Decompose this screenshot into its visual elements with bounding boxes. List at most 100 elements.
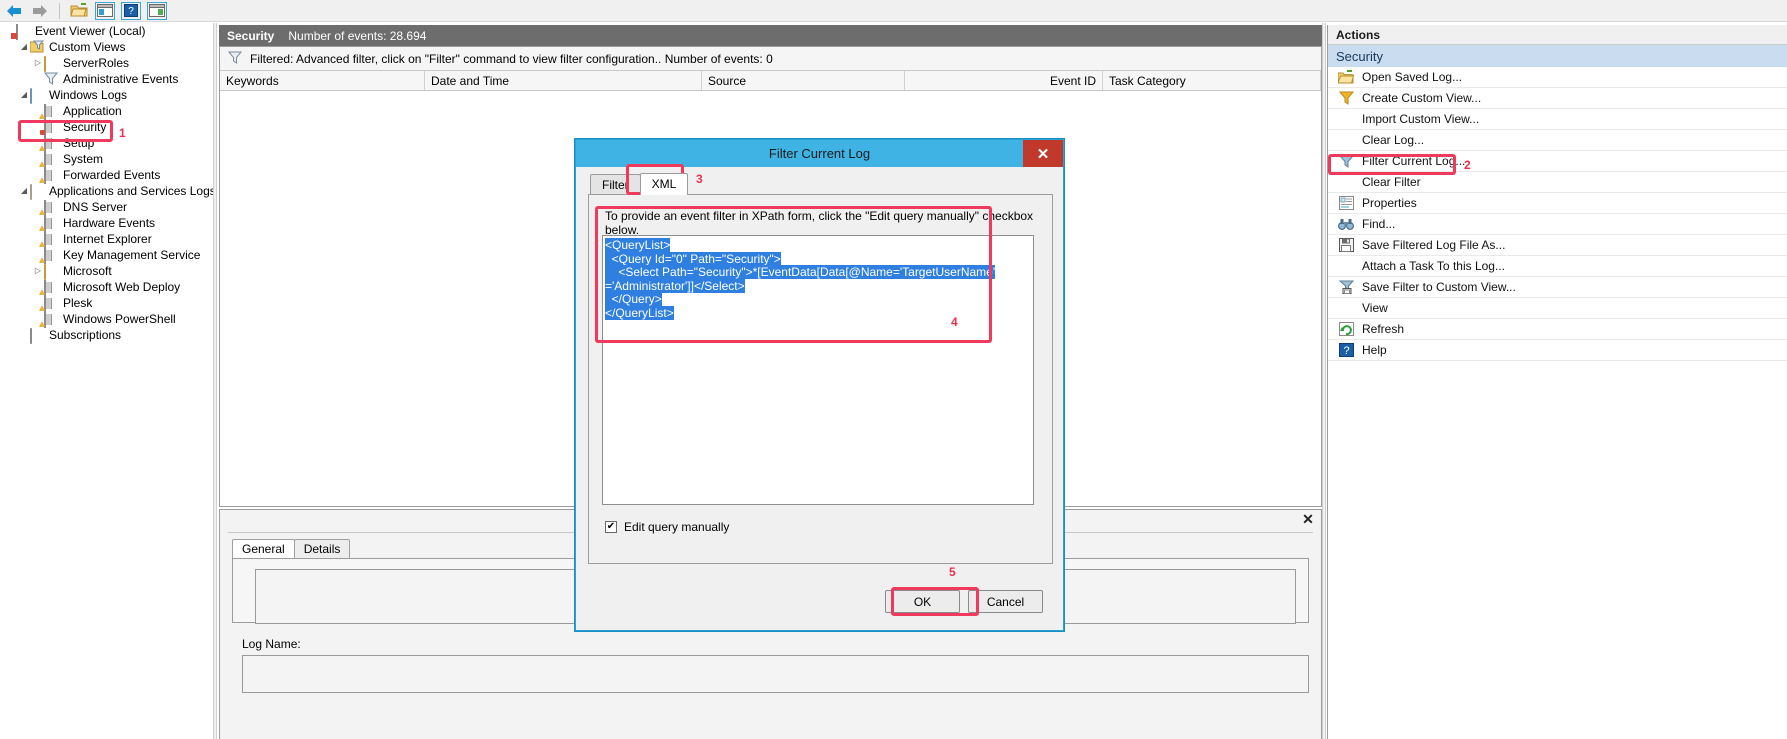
query-line: <Select Path="Security">*[EventData[Data…	[605, 265, 996, 279]
tree-item-internet-explorer[interactable]: Internet Explorer	[0, 231, 213, 248]
edit-query-manually-checkbox[interactable]: ✔	[605, 521, 617, 533]
tree-item-applications-and-services-logs[interactable]: ◢ Applications and Services Logs	[0, 183, 213, 200]
dialog-tabs[interactable]: Filter XML	[588, 173, 1053, 195]
expander-icon[interactable]: ◢	[18, 183, 30, 199]
tree-item-setup[interactable]: Setup	[0, 135, 213, 152]
annotation-number-1: 1	[119, 126, 126, 140]
log-red-icon	[44, 120, 59, 136]
action-item-properties[interactable]: Properties	[1328, 193, 1787, 214]
action-item-label: Clear Log...	[1362, 133, 1425, 147]
show-hide-console-tree-icon[interactable]	[95, 1, 115, 20]
expander-icon[interactable]: ◢	[18, 87, 30, 103]
tree-item-event-viewer-local[interactable]: Event Viewer (Local)	[0, 23, 213, 40]
action-item-label: Clear Filter	[1362, 175, 1421, 189]
event-list-column-headers[interactable]: Keywords Date and Time Source Event ID T…	[220, 71, 1321, 91]
tree-item-label: DNS Server	[63, 200, 128, 214]
dialog-titlebar[interactable]: Filter Current Log ✕	[576, 140, 1063, 167]
cancel-button[interactable]: Cancel	[968, 590, 1043, 613]
action-item-clear-log[interactable]: Clear Log...	[1328, 130, 1787, 151]
edit-query-manually-row[interactable]: ✔ Edit query manually	[605, 520, 729, 534]
help-icon: ?	[1336, 342, 1356, 358]
tree-item-microsoft[interactable]: ▷ Microsoft	[0, 263, 213, 280]
query-line: ='Administrator']]</Select>	[605, 278, 745, 293]
tree-item-custom-views[interactable]: ◢ Custom Views	[0, 39, 213, 55]
action-item-save-filtered-log-file-as[interactable]: Save Filtered Log File As...	[1328, 235, 1787, 256]
tree-item-application[interactable]: Application	[0, 103, 213, 120]
close-icon[interactable]: ✕	[1301, 512, 1315, 526]
query-textarea[interactable]: <QueryList> <Query Id="0" Path="Security…	[602, 235, 1034, 505]
tab-xml[interactable]: XML	[639, 173, 689, 195]
tree-item-forwarded-events[interactable]: Forwarded Events	[0, 167, 213, 184]
folder-icon	[44, 56, 59, 72]
toolbar: ?	[0, 0, 1787, 22]
action-item-refresh[interactable]: Refresh	[1328, 319, 1787, 340]
action-item-import-custom-view[interactable]: Import Custom View...	[1328, 109, 1787, 130]
query-line: <QueryList>	[605, 238, 671, 252]
dialog-close-icon[interactable]: ✕	[1023, 140, 1063, 167]
dialog-title: Filter Current Log	[768, 146, 871, 161]
tree-item-windows-powershell[interactable]: Windows PowerShell	[0, 311, 213, 328]
tree-splitter[interactable]	[213, 23, 217, 739]
query-line: <Query Id="0" Path="Security">	[605, 251, 781, 266]
tree-item-dns-server[interactable]: DNS Server	[0, 199, 213, 216]
tree-item-system[interactable]: System	[0, 151, 213, 168]
expander-icon[interactable]: ▷	[32, 55, 44, 71]
tree-item-label: Subscriptions	[49, 328, 122, 342]
tree-item-label: Microsoft	[63, 264, 112, 278]
ok-button[interactable]: OK	[885, 590, 960, 613]
tree-item-serverroles[interactable]: ▷ ServerRoles	[0, 55, 213, 72]
column-header-date-and-time[interactable]: Date and Time	[425, 71, 702, 90]
tree-item-security[interactable]: Security	[0, 119, 213, 136]
action-item-view[interactable]: View	[1328, 298, 1787, 319]
action-item-create-custom-view[interactable]: Create Custom View...	[1328, 88, 1787, 109]
column-header-event-id[interactable]: Event ID	[905, 71, 1103, 90]
log-icon	[44, 216, 59, 232]
no-icon	[1336, 132, 1356, 148]
log-plain-icon	[44, 168, 59, 184]
query-line: </QueryList>	[605, 305, 674, 320]
filter-current-log-dialog: Filter Current Log ✕ Filter XML To provi…	[575, 139, 1064, 631]
action-item-clear-filter[interactable]: Clear Filter	[1328, 172, 1787, 193]
no-icon	[1336, 258, 1356, 274]
tab-filter[interactable]: Filter	[590, 174, 641, 195]
help-icon[interactable]: ?	[121, 1, 141, 20]
show-hide-action-pane-icon[interactable]	[147, 1, 167, 20]
action-item-help[interactable]: ? Help	[1328, 340, 1787, 361]
log-header-bar: Security Number of events: 28.694	[219, 25, 1322, 46]
action-item-filter-current-log[interactable]: Filter Current Log...	[1328, 151, 1787, 172]
open-folder-icon[interactable]	[69, 2, 89, 20]
pc-icon	[30, 88, 45, 104]
action-item-label: Find...	[1362, 217, 1396, 231]
column-header-task-category[interactable]: Task Category	[1103, 71, 1321, 90]
actions-pane-title: Actions	[1328, 25, 1787, 45]
dialog-button-row: OK Cancel	[576, 590, 1065, 613]
action-item-save-filter-to-custom-view[interactable]: Save Filter to Custom View...	[1328, 277, 1787, 298]
tree-item-microsoft-web-deploy[interactable]: Microsoft Web Deploy	[0, 279, 213, 296]
action-item-open-saved-log[interactable]: Open Saved Log...	[1328, 67, 1787, 88]
forward-arrow-icon[interactable]	[30, 2, 50, 20]
column-header-keywords[interactable]: Keywords	[220, 71, 425, 90]
tree-item-administrative-events[interactable]: Administrative Events	[0, 71, 213, 87]
open-saved-log-icon	[1336, 69, 1356, 85]
back-arrow-icon[interactable]	[4, 2, 24, 20]
tree-item-key-management-service[interactable]: Key Management Service	[0, 247, 213, 264]
tab-general[interactable]: General	[232, 539, 295, 558]
expander-icon[interactable]: ◢	[18, 39, 30, 55]
console-tree[interactable]: Event Viewer (Local) ◢ Custom Views ▷ Server…	[0, 23, 213, 739]
log-name-label: Log Name:	[242, 637, 301, 651]
actions-splitter[interactable]	[1322, 23, 1326, 739]
tree-item-hardware-events[interactable]: Hardware Events	[0, 215, 213, 232]
expander-icon[interactable]: ▷	[32, 263, 44, 279]
action-item-label: Save Filtered Log File As...	[1362, 238, 1506, 252]
action-item-attach-a-task-to-this-log[interactable]: Attach a Task To this Log...	[1328, 256, 1787, 277]
log-icon	[44, 232, 59, 248]
tree-item-windows-logs[interactable]: ◢ Windows Logs	[0, 87, 213, 104]
tree-item-subscriptions[interactable]: Subscriptions	[0, 327, 213, 344]
tab-details[interactable]: Details	[293, 539, 351, 558]
tree-item-label: ServerRoles	[63, 56, 130, 70]
action-item-find[interactable]: Find...	[1328, 214, 1787, 235]
save-filter-icon	[1336, 279, 1356, 295]
tree-item-plesk[interactable]: Plesk	[0, 295, 213, 312]
column-header-source[interactable]: Source	[702, 71, 905, 90]
action-item-label: Refresh	[1362, 322, 1405, 336]
